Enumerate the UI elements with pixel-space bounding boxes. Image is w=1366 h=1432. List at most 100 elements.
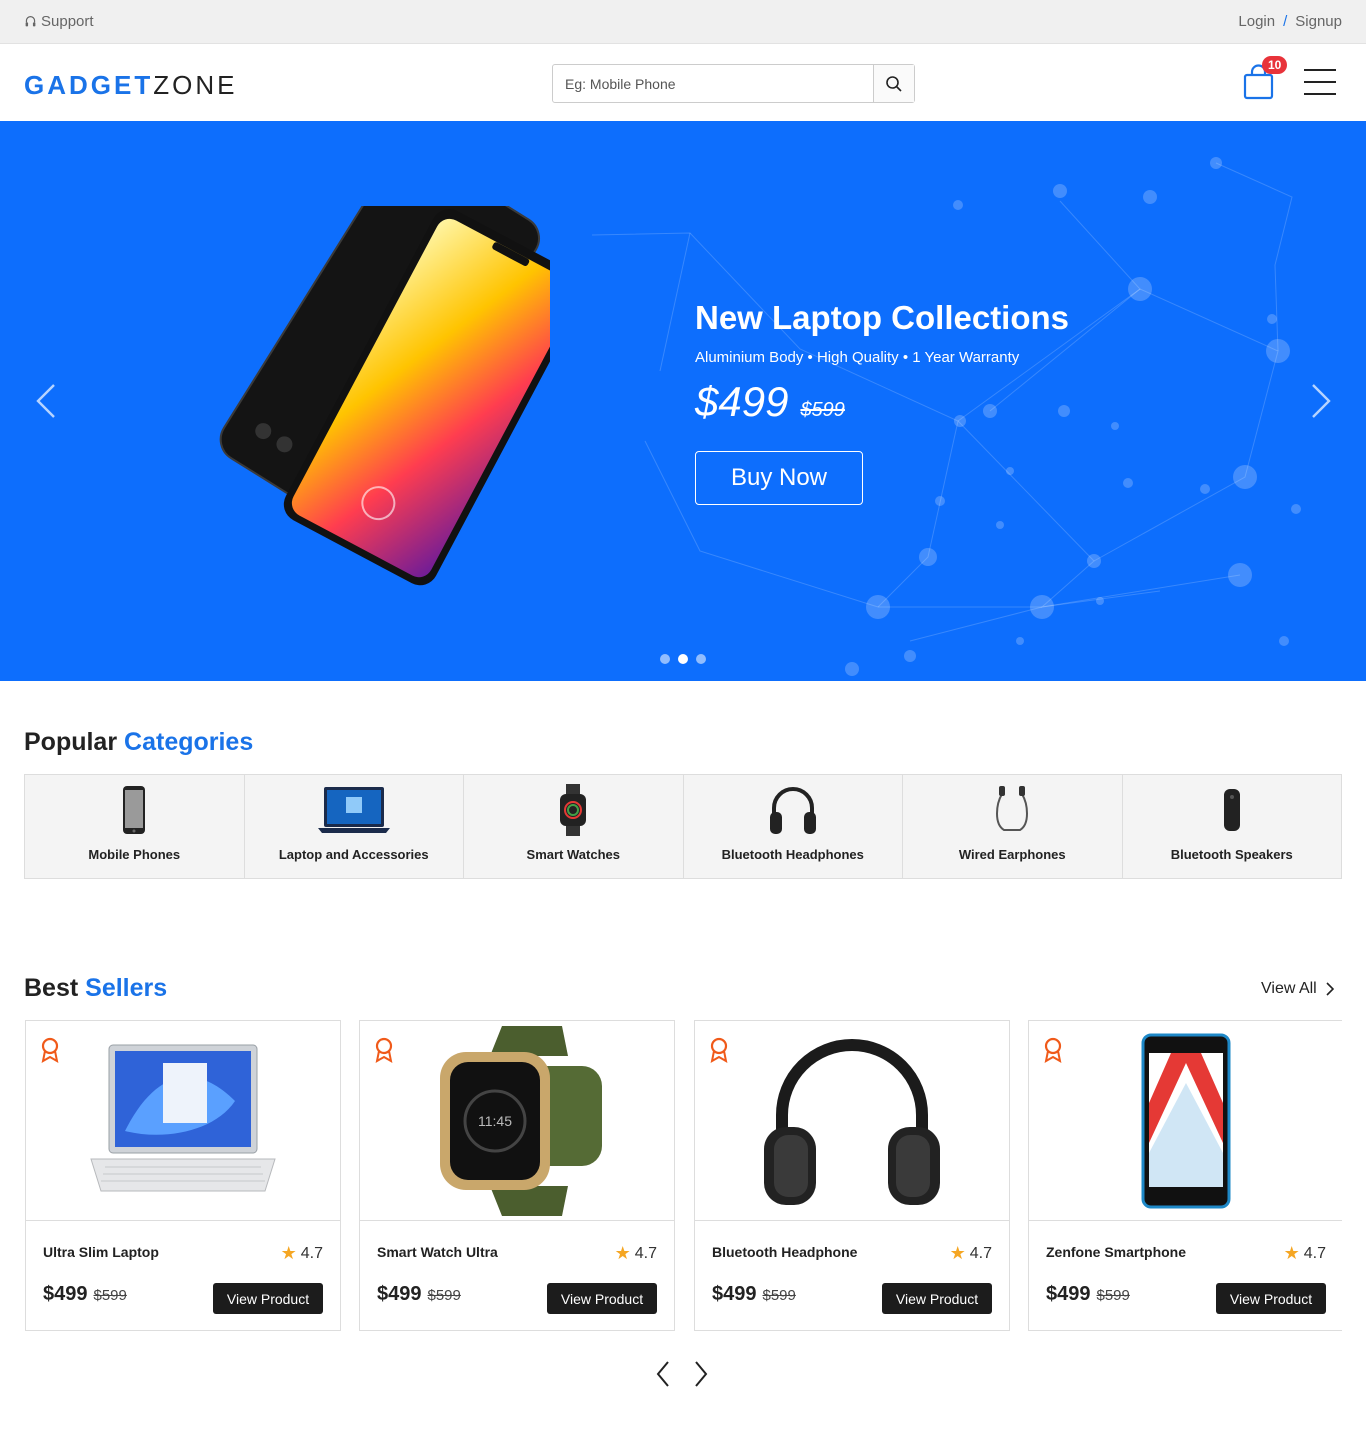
product-card[interactable]: Bluetooth Headphone ★ 4.7 $499 $599 View P… xyxy=(694,1020,1010,1331)
hero-carousel: vivo New Laptop Collections Aluminium Bo… xyxy=(0,121,1366,681)
category-mobile-phones[interactable]: Mobile Phones xyxy=(25,775,245,878)
category-list: Mobile Phones Laptop and Accessories Sma… xyxy=(24,774,1342,879)
logo-light: ZONE xyxy=(153,70,238,100)
bestseller-medal-icon xyxy=(1044,1037,1062,1063)
rating-value: 4.7 xyxy=(300,1244,323,1262)
menu-line xyxy=(1304,93,1336,95)
category-laptops[interactable]: Laptop and Accessories xyxy=(244,775,464,878)
login-link[interactable]: Login xyxy=(1238,13,1275,30)
category-wired-earphones[interactable]: Wired Earphones xyxy=(903,775,1123,878)
hero-subtitle: Aluminium Body • High Quality • 1 Year W… xyxy=(695,349,1020,366)
star-icon: ★ xyxy=(614,1243,631,1263)
watch-icon xyxy=(560,784,587,836)
search-icon xyxy=(886,75,902,92)
speaker-icon xyxy=(1223,789,1240,831)
headphone-image xyxy=(764,1038,940,1205)
bestsellers-heading-a: Best xyxy=(24,974,79,1002)
product-carousel: Ultra Slim Laptop ★ 4.7 $499 $599 View Pro… xyxy=(24,1020,1342,1332)
category-bluetooth-speakers[interactable]: Bluetooth Speakers xyxy=(1122,775,1341,878)
product-rating: ★ 4.7 xyxy=(950,1243,992,1264)
product-rating: ★ 4.7 xyxy=(615,1243,657,1264)
price-old: $599 xyxy=(427,1287,461,1304)
search-input[interactable] xyxy=(553,65,873,102)
price-now: $499 xyxy=(377,1283,422,1305)
view-product-button[interactable]: View Product xyxy=(882,1283,992,1314)
product-card[interactable]: Ultra Slim Laptop ★ 4.7 $499 $599 View Pro… xyxy=(25,1020,341,1331)
price-now: $499 xyxy=(712,1283,757,1305)
main-header: GADGETZONE 10 xyxy=(0,44,1366,121)
product-price: $499 $599 xyxy=(377,1283,461,1306)
menu-line xyxy=(1304,69,1336,71)
view-all-link[interactable]: View All xyxy=(1261,980,1334,998)
carousel-dots xyxy=(660,654,706,664)
view-all-label: View All xyxy=(1261,980,1317,997)
bestseller-medal-icon xyxy=(41,1037,59,1063)
price-old: $599 xyxy=(1096,1287,1130,1304)
laptop-image xyxy=(90,1044,276,1191)
categories-heading-b: Categories xyxy=(124,728,254,756)
product-image xyxy=(695,1021,1009,1221)
categories-heading: Popular Categories xyxy=(24,728,253,757)
laptop-icon xyxy=(317,787,390,833)
buy-now-button[interactable]: Buy Now xyxy=(695,451,863,505)
star-icon: ★ xyxy=(949,1243,966,1263)
chevron-right-icon[interactable] xyxy=(1309,383,1333,419)
view-product-button[interactable]: View Product xyxy=(213,1283,323,1314)
star-icon: ★ xyxy=(1283,1243,1300,1263)
product-name: Bluetooth Headphone xyxy=(712,1244,858,1260)
bestseller-medal-icon xyxy=(710,1037,728,1063)
product-name: Ultra Slim Laptop xyxy=(43,1244,159,1260)
hero-title: New Laptop Collections xyxy=(695,299,1070,336)
support-link[interactable]: Support xyxy=(24,13,94,30)
price-old: $599 xyxy=(762,1287,796,1304)
product-price: $499 $599 xyxy=(43,1283,127,1306)
signup-link[interactable]: Signup xyxy=(1295,13,1342,30)
category-bluetooth-headphones[interactable]: Bluetooth Headphones xyxy=(683,775,903,878)
rating-value: 4.7 xyxy=(634,1244,657,1262)
rating-value: 4.7 xyxy=(969,1244,992,1262)
product-card[interactable]: Zenfone Smartphone ★ 4.7 $499 $599 View Pr… xyxy=(1028,1020,1342,1331)
hero-price-old: $599 xyxy=(800,399,845,421)
chevron-left-icon[interactable] xyxy=(34,383,58,419)
chevron-right-icon xyxy=(1326,982,1334,996)
product-price: $499 $599 xyxy=(712,1283,796,1306)
headset-icon xyxy=(25,16,36,27)
product-name: Smart Watch Ultra xyxy=(377,1244,498,1260)
carousel-dot[interactable] xyxy=(696,654,706,664)
logo-bold: GADGET xyxy=(24,70,154,100)
chevron-left-icon[interactable] xyxy=(654,1360,672,1388)
chevron-right-icon[interactable] xyxy=(692,1360,710,1388)
carousel-dot-active[interactable] xyxy=(678,654,688,664)
product-image xyxy=(26,1021,340,1221)
cart-button[interactable]: 10 xyxy=(1242,56,1288,100)
auth-links: Login / Signup xyxy=(1238,13,1342,30)
category-label: Bluetooth Speakers xyxy=(1170,847,1293,862)
smartwatch-image: 11:45 xyxy=(440,1025,602,1216)
category-label: Laptop and Accessories xyxy=(278,847,429,862)
category-label: Mobile Phones xyxy=(88,847,181,862)
product-image: 11:45 xyxy=(360,1021,674,1221)
category-smart-watches[interactable]: Smart Watches xyxy=(464,775,684,878)
product-name: Zenfone Smartphone xyxy=(1046,1244,1187,1260)
product-rating: ★ 4.7 xyxy=(1284,1243,1326,1264)
search-button[interactable] xyxy=(873,65,914,102)
site-logo[interactable]: GADGETZONE xyxy=(24,70,237,101)
carousel-dot[interactable] xyxy=(660,654,670,664)
support-label: Support xyxy=(41,13,94,30)
price-old: $599 xyxy=(93,1287,127,1304)
price-now: $499 xyxy=(43,1283,88,1305)
product-pager xyxy=(654,1360,710,1388)
earphones-icon xyxy=(996,786,1029,831)
view-product-button[interactable]: View Product xyxy=(547,1283,657,1314)
product-rating: ★ 4.7 xyxy=(281,1243,323,1264)
product-card[interactable]: 11:45 Smart Watch Ultra ★ 4.7 $499 $599 Vi… xyxy=(359,1020,675,1331)
auth-separator: / xyxy=(1283,13,1288,30)
category-label: Wired Earphones xyxy=(958,847,1066,862)
menu-button[interactable] xyxy=(1304,69,1336,95)
category-label: Bluetooth Headphones xyxy=(721,847,864,862)
view-product-button[interactable]: View Product xyxy=(1216,1283,1326,1314)
cart-count-badge: 10 xyxy=(1262,56,1288,74)
svg-text:11:45: 11:45 xyxy=(478,1113,512,1129)
top-bar: Support Login / Signup xyxy=(0,0,1366,44)
search-bar xyxy=(552,64,915,103)
